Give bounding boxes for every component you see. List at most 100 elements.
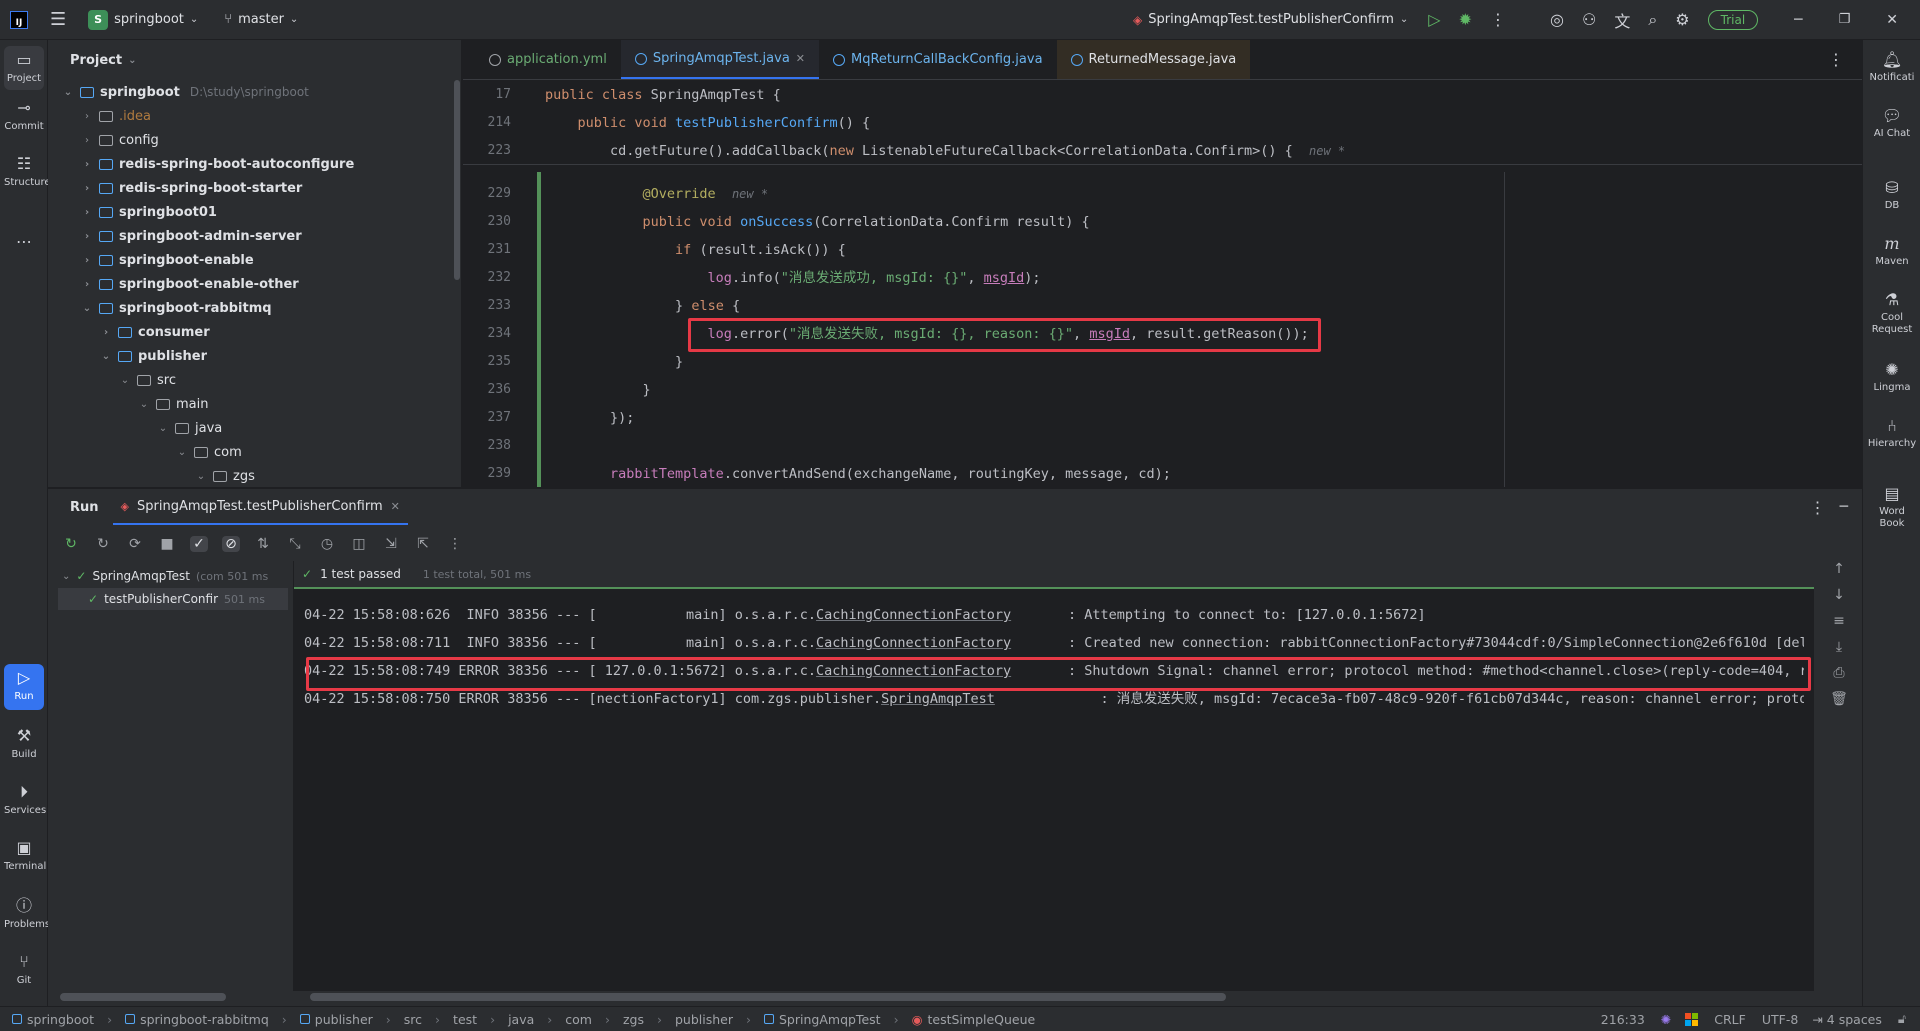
tool-project[interactable]: ▭ Project bbox=[4, 46, 44, 90]
tool-notifications[interactable]: 🔔︎ Notificati bbox=[1863, 50, 1920, 84]
export-icon[interactable]: ⇲ bbox=[382, 536, 400, 552]
project-panel-header[interactable]: Project ⌄ bbox=[48, 40, 461, 80]
chevron-down-icon[interactable]: ⌄ bbox=[100, 351, 112, 362]
code-line[interactable]: 237 }); bbox=[463, 404, 1862, 432]
tool-services[interactable]: ⏵ Services bbox=[4, 782, 46, 816]
run-config-selector[interactable]: ◈ SpringAmqpTest.testPublisherConfirm ⌄ bbox=[1133, 12, 1408, 27]
breadcrumb-item[interactable]: java bbox=[508, 1012, 534, 1027]
chevron-right-icon[interactable]: › bbox=[100, 327, 112, 338]
tree-item[interactable]: › redis-spring-boot-starter bbox=[81, 176, 302, 200]
run-tab[interactable]: ◈ SpringAmqpTest.testPublisherConfirm ✕ bbox=[112, 489, 408, 525]
run-icon[interactable]: ▷ bbox=[1428, 10, 1440, 29]
code-line[interactable]: 229 @Override new * bbox=[463, 180, 1862, 208]
chevron-right-icon[interactable]: › bbox=[81, 207, 93, 218]
console-output[interactable]: ✓ 1 test passed 1 test total, 501 ms 04-… bbox=[294, 561, 1814, 991]
tree-item[interactable]: ⌄ com bbox=[176, 440, 242, 464]
ai-status-icon[interactable]: ✺ bbox=[1661, 1012, 1671, 1027]
scroll-to-end-icon[interactable]: ⤓ bbox=[1824, 639, 1854, 665]
chevron-down-icon[interactable]: ⌄ bbox=[119, 375, 131, 386]
chevron-right-icon[interactable]: › bbox=[81, 279, 93, 290]
code-line[interactable]: 238 bbox=[463, 432, 1862, 460]
breadcrumb-item[interactable]: SpringAmqpTest bbox=[779, 1012, 881, 1027]
print-icon[interactable]: ⎙ bbox=[1824, 665, 1854, 691]
tabs-more-icon[interactable]: ⋮ bbox=[1828, 40, 1844, 79]
breadcrumb-item[interactable]: com bbox=[565, 1012, 592, 1027]
tree-item[interactable]: › config bbox=[81, 128, 159, 152]
vcs-change-marker[interactable] bbox=[537, 172, 541, 487]
chevron-down-icon[interactable]: ⌄ bbox=[176, 447, 188, 458]
chevron-down-icon[interactable]: ⌄ bbox=[157, 423, 169, 434]
show-passed-icon[interactable]: ✓ bbox=[190, 536, 208, 552]
tool-git[interactable]: ⑂ Git bbox=[4, 952, 44, 986]
chevron-right-icon[interactable]: › bbox=[81, 135, 93, 146]
rerun-icon[interactable]: ↻ bbox=[62, 536, 80, 552]
indent-setting[interactable]: 4 spaces bbox=[1827, 1012, 1882, 1027]
chevron-right-icon[interactable]: › bbox=[81, 111, 93, 122]
import-icon[interactable]: ⇱ bbox=[414, 536, 432, 552]
breadcrumb-item[interactable]: zgs bbox=[623, 1012, 644, 1027]
tool-maven[interactable]: m Maven bbox=[1863, 234, 1920, 268]
chevron-right-icon[interactable]: › bbox=[81, 255, 93, 266]
tool-run[interactable]: ▷ Run bbox=[4, 664, 44, 710]
tree-item[interactable]: › consumer bbox=[100, 320, 210, 344]
hide-panel-icon[interactable]: ─ bbox=[1840, 499, 1848, 515]
branch-selector[interactable]: ⑂ master ⌄ bbox=[224, 12, 298, 27]
tree-item[interactable]: ⌄ publisher bbox=[100, 344, 207, 368]
chevron-right-icon[interactable]: › bbox=[81, 231, 93, 242]
rerun-failed-icon[interactable]: ↻ bbox=[94, 536, 112, 552]
more-options-icon[interactable]: ⋮ bbox=[1810, 498, 1826, 517]
tool-terminal[interactable]: ▣ Terminal bbox=[4, 838, 46, 872]
tree-item[interactable]: ⌄ src bbox=[119, 368, 176, 392]
history-icon[interactable]: ◷ bbox=[318, 536, 336, 552]
console-cls[interactable]: SpringAmqpTest bbox=[881, 691, 995, 707]
tool-build[interactable]: ⚒ Build bbox=[4, 726, 44, 760]
code-line[interactable]: 239 rabbitTemplate.convertAndSend(exchan… bbox=[463, 460, 1862, 487]
tab-returned-message[interactable]: ReturnedMessage.java bbox=[1056, 40, 1251, 79]
breadcrumb-item[interactable]: src bbox=[404, 1012, 422, 1027]
tab-mq-return-callback-config[interactable]: MqReturnCallBackConfig.java bbox=[819, 40, 1057, 79]
chevron-down-icon[interactable]: ⌄ bbox=[62, 87, 74, 98]
close-tab-icon[interactable]: ✕ bbox=[391, 500, 400, 513]
main-menu-icon[interactable]: ☰ bbox=[50, 9, 66, 30]
tool-lingma[interactable]: ✺ Lingma bbox=[1863, 360, 1920, 394]
chevron-down-icon[interactable]: ⌄ bbox=[195, 471, 207, 482]
console-horizontal-scrollbar[interactable] bbox=[310, 993, 1226, 1001]
console-line[interactable]: 04-22 15:58:08:711 INFO 38356 --- [ main… bbox=[304, 629, 1804, 657]
tool-commit[interactable]: ⊸ Commit bbox=[4, 98, 44, 132]
tree-item[interactable]: › redis-spring-boot-autoconfigure bbox=[81, 152, 354, 176]
code-line[interactable]: 232 log.info("消息发送成功, msgId: {}", msgId)… bbox=[463, 264, 1862, 292]
chevron-right-icon[interactable]: › bbox=[81, 159, 93, 170]
tool-structure[interactable]: ☷ Structure bbox=[4, 154, 51, 188]
code-line[interactable]: 233 } else { bbox=[463, 292, 1862, 320]
tree-horizontal-scrollbar[interactable] bbox=[60, 993, 226, 1001]
trial-badge[interactable]: Trial bbox=[1707, 9, 1759, 30]
code-line[interactable]: 17 public class SpringAmqpTest { bbox=[463, 81, 1862, 109]
tree-item[interactable]: › .idea bbox=[81, 104, 151, 128]
settings-icon[interactable]: ⚙ bbox=[1675, 10, 1689, 29]
tree-item[interactable]: ⌄ springboot D:\study\springboot bbox=[62, 80, 309, 104]
chevron-down-icon[interactable]: ⌄ bbox=[138, 399, 150, 410]
restore-icon[interactable]: ❐ bbox=[1839, 12, 1851, 27]
snapshot-icon[interactable]: ◫ bbox=[350, 536, 368, 552]
console-line[interactable]: 04-22 15:58:08:626 INFO 38356 --- [ main… bbox=[304, 601, 1804, 629]
ai-assistant-icon[interactable]: ◎ bbox=[1550, 10, 1564, 29]
tool-problems[interactable]: ⓘ Problems bbox=[4, 896, 50, 930]
project-selector[interactable]: S springboot ⌄ bbox=[88, 9, 198, 30]
toggle-auto-test-icon[interactable]: ⟳ bbox=[126, 536, 144, 552]
code-line[interactable]: 236 } bbox=[463, 376, 1862, 404]
tab-spring-amqp-test[interactable]: SpringAmqpTest.java ✕ bbox=[620, 40, 820, 79]
debug-icon[interactable]: ✹ bbox=[1459, 10, 1472, 29]
soft-wrap-icon[interactable]: ≡ bbox=[1824, 613, 1854, 639]
code-line[interactable]: 230 public void onSuccess(CorrelationDat… bbox=[463, 208, 1862, 236]
more-icon[interactable]: ⋮ bbox=[446, 536, 464, 552]
search-icon[interactable]: ⌕ bbox=[1648, 10, 1657, 30]
breadcrumb-item[interactable]: testSimpleQueue bbox=[927, 1012, 1035, 1027]
breadcrumb-item[interactable]: publisher bbox=[315, 1012, 373, 1027]
code-line[interactable]: 235 } bbox=[463, 348, 1862, 376]
cursor-position[interactable]: 216:33 bbox=[1601, 1012, 1645, 1027]
code-line[interactable]: 214 public void testPublisherConfirm() { bbox=[463, 109, 1862, 137]
test-case-row[interactable]: ✓ testPublisherConfir 501 ms bbox=[58, 588, 288, 610]
tree-item[interactable]: ⌄ springboot-rabbitmq bbox=[81, 296, 272, 320]
lock-icon[interactable]: 🔓︎ bbox=[1898, 1011, 1906, 1027]
translate-icon[interactable]: 文 bbox=[1614, 8, 1630, 32]
